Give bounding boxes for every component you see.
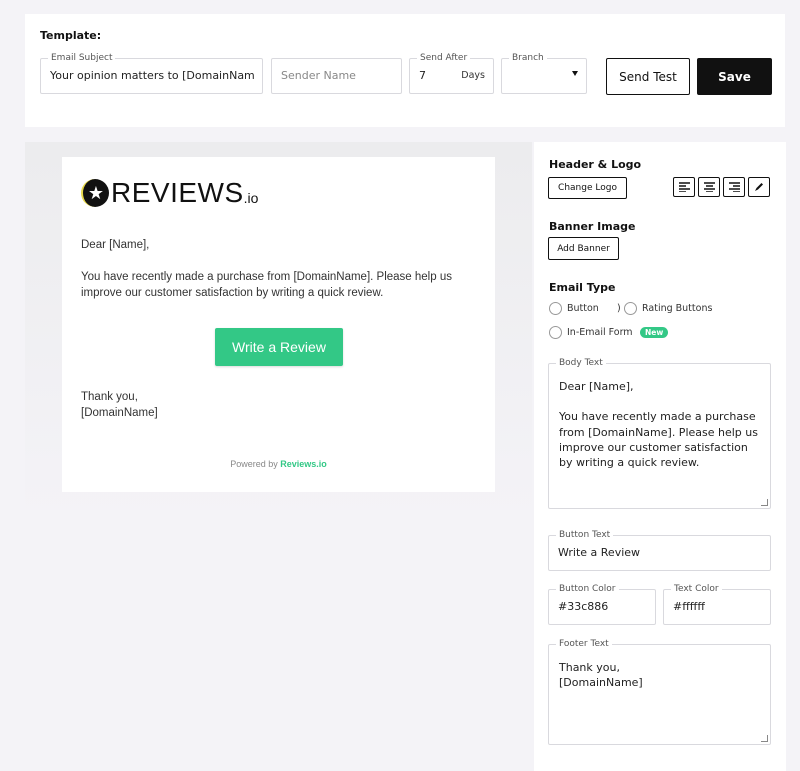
footer-text-value: Thank you, [DomainName]	[559, 661, 643, 690]
sender-name-field[interactable]: Sender Name	[271, 58, 402, 94]
email-greeting: Dear [Name],	[81, 239, 150, 251]
text-color-value: #ffffff	[673, 600, 705, 613]
email-subject-value: Your opinion matters to [DomainName]	[50, 69, 255, 82]
button-color-field[interactable]: Button Color #33c886	[548, 583, 656, 625]
caret-down-icon	[572, 71, 578, 76]
email-body: Dear [Name], You have recently made a pu…	[81, 237, 481, 317]
button-color-label: Button Color	[556, 583, 619, 595]
email-footer-line2: [DomainName]	[81, 407, 158, 419]
align-left-icon[interactable]	[673, 177, 695, 197]
new-badge: New	[640, 327, 669, 338]
sender-name-placeholder: Sender Name	[281, 69, 356, 82]
text-color-field[interactable]: Text Color #ffffff	[663, 583, 771, 625]
header-logo-title: Header & Logo	[549, 158, 642, 171]
logo-wordmark: REVIEWS	[111, 177, 244, 208]
send-test-button[interactable]: Send Test	[606, 58, 690, 95]
email-body-text: You have recently made a purchase from […	[81, 271, 452, 299]
align-right-icon[interactable]	[723, 177, 745, 197]
radio-button-label: Button	[567, 303, 599, 314]
template-title: Template:	[40, 29, 102, 42]
button-text-label: Button Text	[556, 529, 614, 541]
resize-grip-icon[interactable]	[761, 499, 768, 506]
text-color-label: Text Color	[671, 583, 722, 595]
resize-grip-icon[interactable]	[761, 735, 768, 742]
radio-rating-buttons-label: Rating Buttons	[642, 303, 713, 314]
star-logo-icon: ★	[81, 179, 109, 207]
banner-image-title: Banner Image	[549, 220, 636, 233]
stray-character: )	[617, 303, 621, 314]
email-subject-label: Email Subject	[48, 52, 116, 64]
template-card: Template: Email Subject Your opinion mat…	[25, 14, 785, 127]
radio-button[interactable]	[549, 302, 562, 315]
button-text-value: Write a Review	[558, 546, 641, 559]
body-text-label: Body Text	[556, 357, 606, 369]
radio-in-email-form-label: In-Email Form	[567, 327, 633, 338]
send-after-value: 7	[419, 69, 426, 82]
footer-text-label: Footer Text	[556, 638, 612, 650]
body-text-value: Dear [Name], You have recently made a pu…	[559, 380, 758, 470]
email-type-title: Email Type	[549, 281, 616, 294]
radio-rating-buttons[interactable]	[624, 302, 637, 315]
pencil-icon[interactable]	[748, 177, 770, 197]
settings-panel: Header & Logo Change Logo Banner Image A…	[534, 142, 786, 771]
button-color-value: #33c886	[558, 600, 609, 613]
send-after-field[interactable]: Send After 7 Days	[409, 52, 494, 94]
branch-select[interactable]: Branch	[501, 52, 587, 94]
send-after-unit: Days	[461, 70, 485, 81]
body-text-field[interactable]: Body Text Dear [Name], You have recently…	[548, 357, 771, 509]
send-after-label: Send After	[417, 52, 471, 64]
powered-by-brand[interactable]: Reviews.io	[280, 459, 327, 469]
radio-in-email-form[interactable]	[549, 326, 562, 339]
add-banner-button[interactable]: Add Banner	[548, 237, 619, 260]
logo-suffix: .io	[243, 189, 259, 206]
email-preview-card: ★ REVIEWS .io Dear [Name], You have rece…	[62, 157, 495, 492]
align-center-icon[interactable]	[698, 177, 720, 197]
branch-label: Branch	[509, 52, 547, 64]
write-review-button[interactable]: Write a Review	[215, 328, 343, 366]
save-button[interactable]: Save	[697, 58, 772, 95]
button-text-field[interactable]: Button Text Write a Review	[548, 529, 771, 571]
change-logo-button[interactable]: Change Logo	[548, 177, 627, 199]
footer-text-field[interactable]: Footer Text Thank you, [DomainName]	[548, 638, 771, 745]
powered-by: Powered by Reviews.io	[62, 459, 495, 469]
reviews-logo: ★ REVIEWS .io	[81, 177, 258, 209]
email-footer-line1: Thank you,	[81, 391, 138, 403]
email-footer: Thank you, [DomainName]	[81, 389, 158, 421]
email-subject-field[interactable]: Email Subject Your opinion matters to [D…	[40, 52, 263, 94]
powered-by-text: Powered by	[230, 459, 278, 469]
